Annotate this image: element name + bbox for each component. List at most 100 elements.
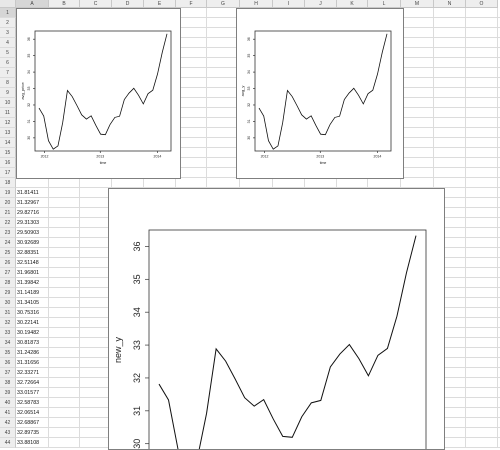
row-header-16[interactable]: 16 bbox=[0, 158, 16, 168]
cell-a40[interactable]: 32.58783 bbox=[16, 398, 50, 408]
row-header-2[interactable]: 2 bbox=[0, 18, 16, 28]
cell-a28[interactable]: 31.39842 bbox=[16, 278, 50, 288]
row-header-26[interactable]: 26 bbox=[0, 258, 16, 268]
row-header-17[interactable]: 17 bbox=[0, 168, 16, 178]
chart-avg-y[interactable]: 30 31 32 33 34 35 36 2012 2013 2014 time avg_y bbox=[236, 8, 404, 179]
cell-a33[interactable]: 30.19482 bbox=[16, 328, 50, 338]
row-header-13[interactable]: 13 bbox=[0, 128, 16, 138]
row-header-28[interactable]: 28 bbox=[0, 278, 16, 288]
cell-a27[interactable]: 31.96801 bbox=[16, 268, 50, 278]
row-header-21[interactable]: 21 bbox=[0, 208, 16, 218]
series-line bbox=[258, 33, 388, 150]
column-header-m[interactable]: M bbox=[401, 0, 434, 8]
row-header-25[interactable]: 25 bbox=[0, 248, 16, 258]
column-header-e[interactable]: E bbox=[144, 0, 176, 8]
cell-a42[interactable]: 32.68867 bbox=[16, 418, 50, 428]
row-header-19[interactable]: 19 bbox=[0, 188, 16, 198]
column-header-k[interactable]: K bbox=[337, 0, 368, 8]
y-tick-label: 32 bbox=[132, 373, 142, 383]
column-header-n[interactable]: N bbox=[434, 0, 466, 8]
row-header-27[interactable]: 27 bbox=[0, 268, 16, 278]
row-header-41[interactable]: 41 bbox=[0, 408, 16, 418]
cell-a22[interactable]: 29.31303 bbox=[16, 218, 50, 228]
cell-a41[interactable]: 32.06514 bbox=[16, 408, 50, 418]
cell-a21[interactable]: 29.82716 bbox=[16, 208, 50, 218]
row-header-3[interactable]: 3 bbox=[0, 28, 16, 38]
row-header-9[interactable]: 9 bbox=[0, 88, 16, 98]
chart-new-y[interactable]: 30 31 32 33 34 35 36 new_y bbox=[108, 188, 445, 450]
row-header-15[interactable]: 15 bbox=[0, 148, 16, 158]
column-header-j[interactable]: J bbox=[305, 0, 337, 8]
row-header-4[interactable]: 4 bbox=[0, 38, 16, 48]
y-tick-label: 34 bbox=[247, 70, 251, 74]
cell-a35[interactable]: 31.24286 bbox=[16, 348, 50, 358]
cell-a38[interactable]: 32.72664 bbox=[16, 378, 50, 388]
row-header-23[interactable]: 23 bbox=[0, 228, 16, 238]
row-header-42[interactable]: 42 bbox=[0, 418, 16, 428]
row-header-35[interactable]: 35 bbox=[0, 348, 16, 358]
column-header-f[interactable]: F bbox=[176, 0, 207, 8]
row-header-43[interactable]: 43 bbox=[0, 428, 16, 438]
column-header-a[interactable]: A bbox=[16, 0, 49, 8]
y-tick-label: 30 bbox=[132, 439, 142, 449]
row-header-11[interactable]: 11 bbox=[0, 108, 16, 118]
column-header-b[interactable]: B bbox=[49, 0, 80, 8]
row-header-8[interactable]: 8 bbox=[0, 78, 16, 88]
y-tick-label: 35 bbox=[27, 54, 31, 58]
row-header-7[interactable]: 7 bbox=[0, 68, 16, 78]
cell-a19[interactable]: 31.81411 bbox=[16, 188, 50, 198]
row-header-6[interactable]: 6 bbox=[0, 58, 16, 68]
column-header-h[interactable]: H bbox=[240, 0, 273, 8]
cell-a32[interactable]: 30.22141 bbox=[16, 318, 50, 328]
column-header-d[interactable]: D bbox=[112, 0, 144, 8]
row-header-24[interactable]: 24 bbox=[0, 238, 16, 248]
x-tick-label: 2014 bbox=[154, 155, 162, 159]
select-all-corner[interactable] bbox=[0, 0, 16, 8]
chart-avg-price[interactable]: 30 31 32 33 34 35 36 2012 2013 2014 time avg_price bbox=[16, 8, 181, 179]
y-tick-label: 31 bbox=[132, 406, 142, 416]
row-header-5[interactable]: 5 bbox=[0, 48, 16, 58]
row-header-10[interactable]: 10 bbox=[0, 98, 16, 108]
cell-a36[interactable]: 31.31656 bbox=[16, 358, 50, 368]
cell-a29[interactable]: 31.14189 bbox=[16, 288, 50, 298]
x-axis-label: time bbox=[320, 161, 327, 165]
cell-a43[interactable]: 32.89735 bbox=[16, 428, 50, 438]
column-header-g[interactable]: G bbox=[207, 0, 240, 8]
cell-a20[interactable]: 31.32967 bbox=[16, 198, 50, 208]
row-header-29[interactable]: 29 bbox=[0, 288, 16, 298]
row-header-1[interactable]: 1 bbox=[0, 8, 16, 18]
cell-a24[interactable]: 30.92689 bbox=[16, 238, 50, 248]
column-header-o[interactable]: O bbox=[466, 0, 498, 8]
column-header-i[interactable]: I bbox=[273, 0, 305, 8]
y-tick-label: 32 bbox=[27, 103, 31, 107]
x-axis-label: time bbox=[100, 161, 107, 165]
row-header-36[interactable]: 36 bbox=[0, 358, 16, 368]
row-header-39[interactable]: 39 bbox=[0, 388, 16, 398]
row-header-31[interactable]: 31 bbox=[0, 308, 16, 318]
row-header-14[interactable]: 14 bbox=[0, 138, 16, 148]
row-header-40[interactable]: 40 bbox=[0, 398, 16, 408]
cell-a37[interactable]: 32.33271 bbox=[16, 368, 50, 378]
row-header-33[interactable]: 33 bbox=[0, 328, 16, 338]
row-header-22[interactable]: 22 bbox=[0, 218, 16, 228]
row-header-30[interactable]: 30 bbox=[0, 298, 16, 308]
row-header-20[interactable]: 20 bbox=[0, 198, 16, 208]
cell-a23[interactable]: 29.50903 bbox=[16, 228, 50, 238]
y-tick-label: 33 bbox=[247, 87, 251, 91]
row-header-12[interactable]: 12 bbox=[0, 118, 16, 128]
cell-a30[interactable]: 31.34105 bbox=[16, 298, 50, 308]
cell-a39[interactable]: 33.01577 bbox=[16, 388, 50, 398]
cell-a25[interactable]: 32.88351 bbox=[16, 248, 50, 258]
row-header-32[interactable]: 32 bbox=[0, 318, 16, 328]
row-header-37[interactable]: 37 bbox=[0, 368, 16, 378]
row-header-18[interactable]: 18 bbox=[0, 178, 16, 188]
cell-a34[interactable]: 30.81873 bbox=[16, 338, 50, 348]
row-header-34[interactable]: 34 bbox=[0, 338, 16, 348]
row-header-38[interactable]: 38 bbox=[0, 378, 16, 388]
chart-2-svg: 30 31 32 33 34 35 36 2012 2013 2014 time avg_y bbox=[240, 30, 392, 165]
series-line bbox=[158, 235, 417, 449]
cell-a31[interactable]: 30.75316 bbox=[16, 308, 50, 318]
cell-a26[interactable]: 32.51148 bbox=[16, 258, 50, 268]
column-header-l[interactable]: L bbox=[368, 0, 401, 8]
column-header-c[interactable]: C bbox=[80, 0, 112, 8]
